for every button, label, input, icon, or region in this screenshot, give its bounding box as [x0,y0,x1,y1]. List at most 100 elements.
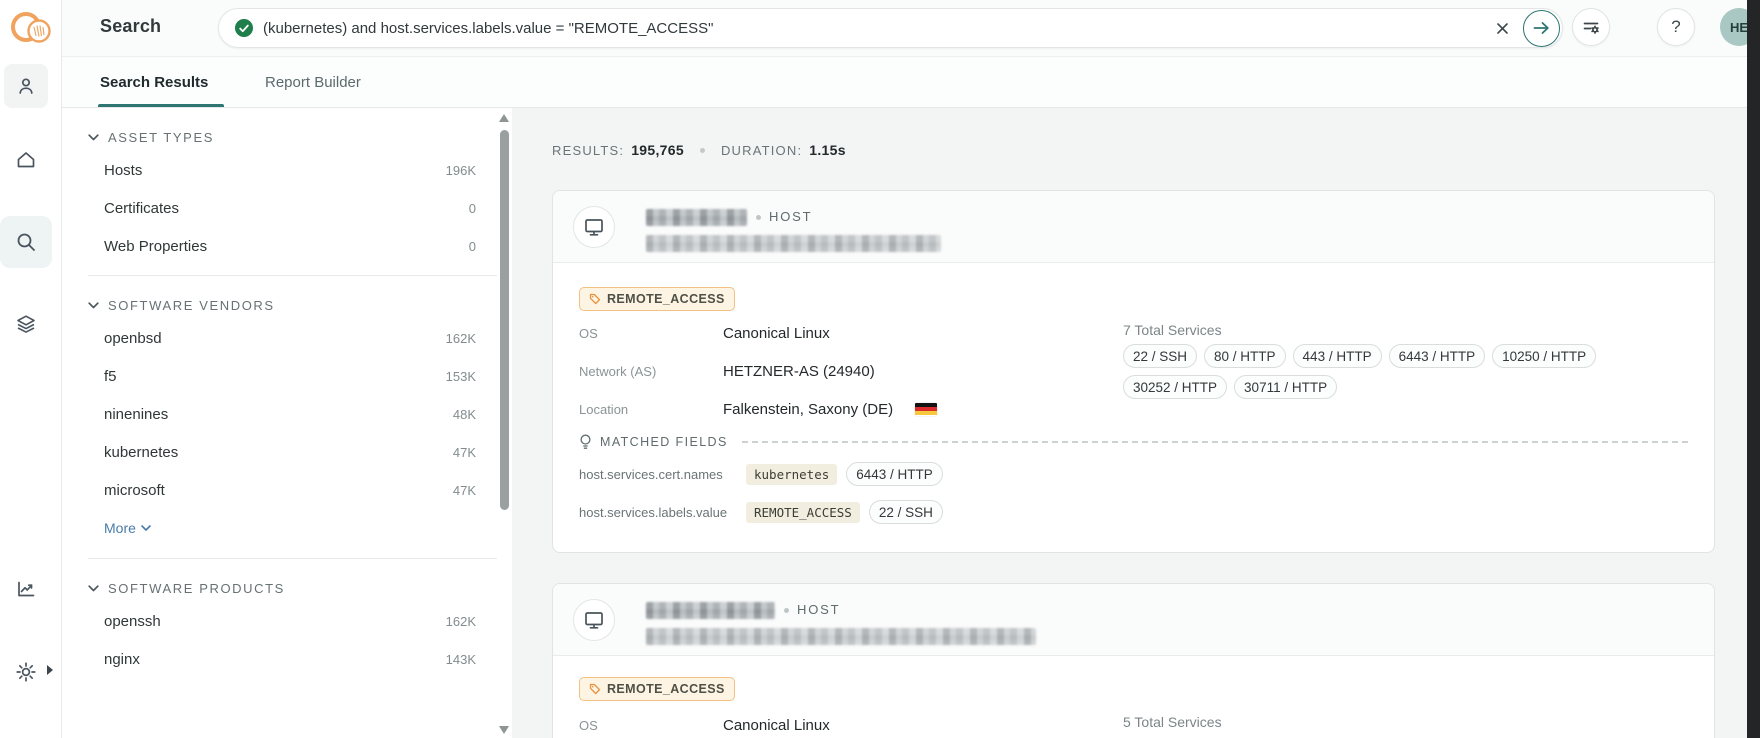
run-search-button[interactable] [1523,10,1560,47]
settings-gear-icon [14,660,38,684]
host-monitor-icon [573,206,615,248]
redacted-host-ip [646,602,775,619]
user-icon [15,75,37,97]
sidebar-item-reports[interactable] [4,567,48,611]
facet-item-openbsd[interactable]: openbsd 162K [62,319,512,357]
chevron-down-icon [88,134,99,141]
facet-item-count: 47K [453,483,476,498]
redacted-host-name [646,628,1036,645]
tab-search-results[interactable]: Search Results [100,57,208,107]
host-card-header: HOST [553,584,1714,656]
tab-report-builder[interactable]: Report Builder [265,57,361,107]
scrollbar-thumb[interactable] [500,130,509,510]
service-chip[interactable]: 30252 / HTTP [1123,375,1227,399]
service-chip[interactable]: 22 / SSH [1123,344,1197,368]
facet-item-count: 162K [446,331,476,346]
scroll-down-arrow-icon[interactable] [499,726,509,734]
results-area: RESULTS: 195,765 DURATION: 1.15s HOST [512,108,1747,738]
active-tab-underline [98,104,224,107]
redacted-host-name [646,235,941,252]
query-settings-button[interactable] [1572,8,1610,46]
tag-icon [589,683,601,695]
facet-item-label: nginx [104,651,140,668]
facet-item-label: Web Properties [104,238,207,255]
sidebar-item-account[interactable] [4,64,48,108]
search-bar [218,8,1563,48]
facet-item-web-properties[interactable]: Web Properties 0 [62,227,512,265]
service-chip[interactable]: 443 / HTTP [1293,344,1382,368]
field-row-network: Network (AS) HETZNER-AS (24940) [579,361,875,381]
service-chip[interactable]: 6443 / HTTP [1389,344,1486,368]
facet-panel: ASSET TYPESHosts196KCertificates0Web Pro… [62,108,512,738]
sidebar-item-datasets[interactable] [4,302,48,346]
facet-section-header[interactable]: SOFTWARE PRODUCTS [62,575,512,602]
question-mark-icon: ? [1671,17,1680,37]
facet-item-microsoft[interactable]: microsoft47K [62,471,512,509]
matched-value-highlight: REMOTE_ACCESS [746,502,860,523]
facet-item-count: 0 [469,239,476,254]
scroll-up-arrow-icon[interactable] [499,114,509,122]
field-row-location: Location Falkenstein, Saxony (DE) [579,399,937,419]
help-button[interactable]: ? [1657,8,1695,46]
settings-expand-arrow-icon[interactable] [46,664,54,676]
chevron-down-icon [88,585,99,592]
service-chip[interactable]: 10250 / HTTP [1492,344,1596,368]
matched-value-highlight: kubernetes [746,464,837,485]
host-result-card[interactable]: HOST REMOTE_ACCESS OS Canonical Linux Ne… [552,190,1715,553]
more-link[interactable]: More [62,509,512,548]
query-valid-check-icon [235,19,253,37]
chevron-down-icon [88,302,99,309]
facet-item-f5[interactable]: f5153K [62,357,512,395]
facet-section: SOFTWARE PRODUCTSopenssh162Knginx143K [62,559,512,678]
facet-item-certificates[interactable]: Certificates0 [62,189,512,227]
sidebar-item-search[interactable] [0,216,52,268]
icon-rail [0,0,62,738]
facet-item-label: openbsd [104,330,162,347]
sidebar-item-home[interactable] [4,138,48,182]
facet-section-header[interactable]: SOFTWARE VENDORS [62,292,512,319]
search-input[interactable] [263,20,1487,37]
facet-item-count: 47K [453,445,476,460]
matched-fields-header: MATCHED FIELDS [579,434,1688,450]
field-row-os: OS Canonical Linux [579,715,830,735]
tag-icon [589,293,601,305]
results-label: RESULTS: [552,143,624,158]
sidebar-item-settings[interactable] [4,650,48,694]
host-result-card[interactable]: HOST REMOTE_ACCESS OS Canonical Linux 5 … [552,583,1715,738]
censys-logo-icon[interactable] [7,5,53,51]
filter-gear-icon [1581,17,1601,37]
facet-item-kubernetes[interactable]: kubernetes 47K [62,433,512,471]
service-chip-list: 22 / SSH 80 / HTTP 443 / HTTP 6443 / HTTP10… [1123,344,1623,399]
service-chip[interactable]: 80 / HTTP [1204,344,1286,368]
facet-item-openssh[interactable]: openssh162K [62,602,512,640]
layers-icon [15,313,37,335]
clear-query-icon[interactable] [1487,13,1517,43]
asset-type-label: HOST [797,602,840,617]
facet-item-count: 153K [446,369,476,384]
results-count: 195,765 [631,142,684,158]
separator-dot [784,608,789,613]
facet-item-count: 196K [446,163,476,178]
chevron-down-icon [141,525,151,531]
host-monitor-icon [573,599,615,641]
app-window: Search ? [0,0,1760,738]
label-tag-remote-access[interactable]: REMOTE_ACCESS [579,677,735,701]
facet-item-ninenines[interactable]: ninenines48K [62,395,512,433]
more-link-label: More [104,520,136,536]
facet-item-nginx[interactable]: nginx143K [62,640,512,678]
service-chip[interactable]: 6443 / HTTP [846,462,943,486]
tab-strip: Search Results Report Builder [62,57,1747,108]
duration-label: DURATION: [721,143,802,158]
facet-item-label: Certificates [104,200,179,217]
home-icon [15,149,37,171]
host-card-header: HOST [553,191,1714,263]
facet-section-header[interactable]: ASSET TYPES [62,124,512,151]
facet-item-label: openssh [104,613,161,630]
service-chip[interactable]: 30711 / HTTP [1234,375,1337,399]
facet-item-label: kubernetes [104,444,178,461]
facet-item-hosts[interactable]: Hosts196K [62,151,512,189]
label-tag-remote-access[interactable]: REMOTE_ACCESS [579,287,735,311]
service-chip[interactable]: 22 / SSH [869,500,943,524]
germany-flag-icon [915,403,937,416]
total-services-label: 7 Total Services [1123,322,1222,338]
